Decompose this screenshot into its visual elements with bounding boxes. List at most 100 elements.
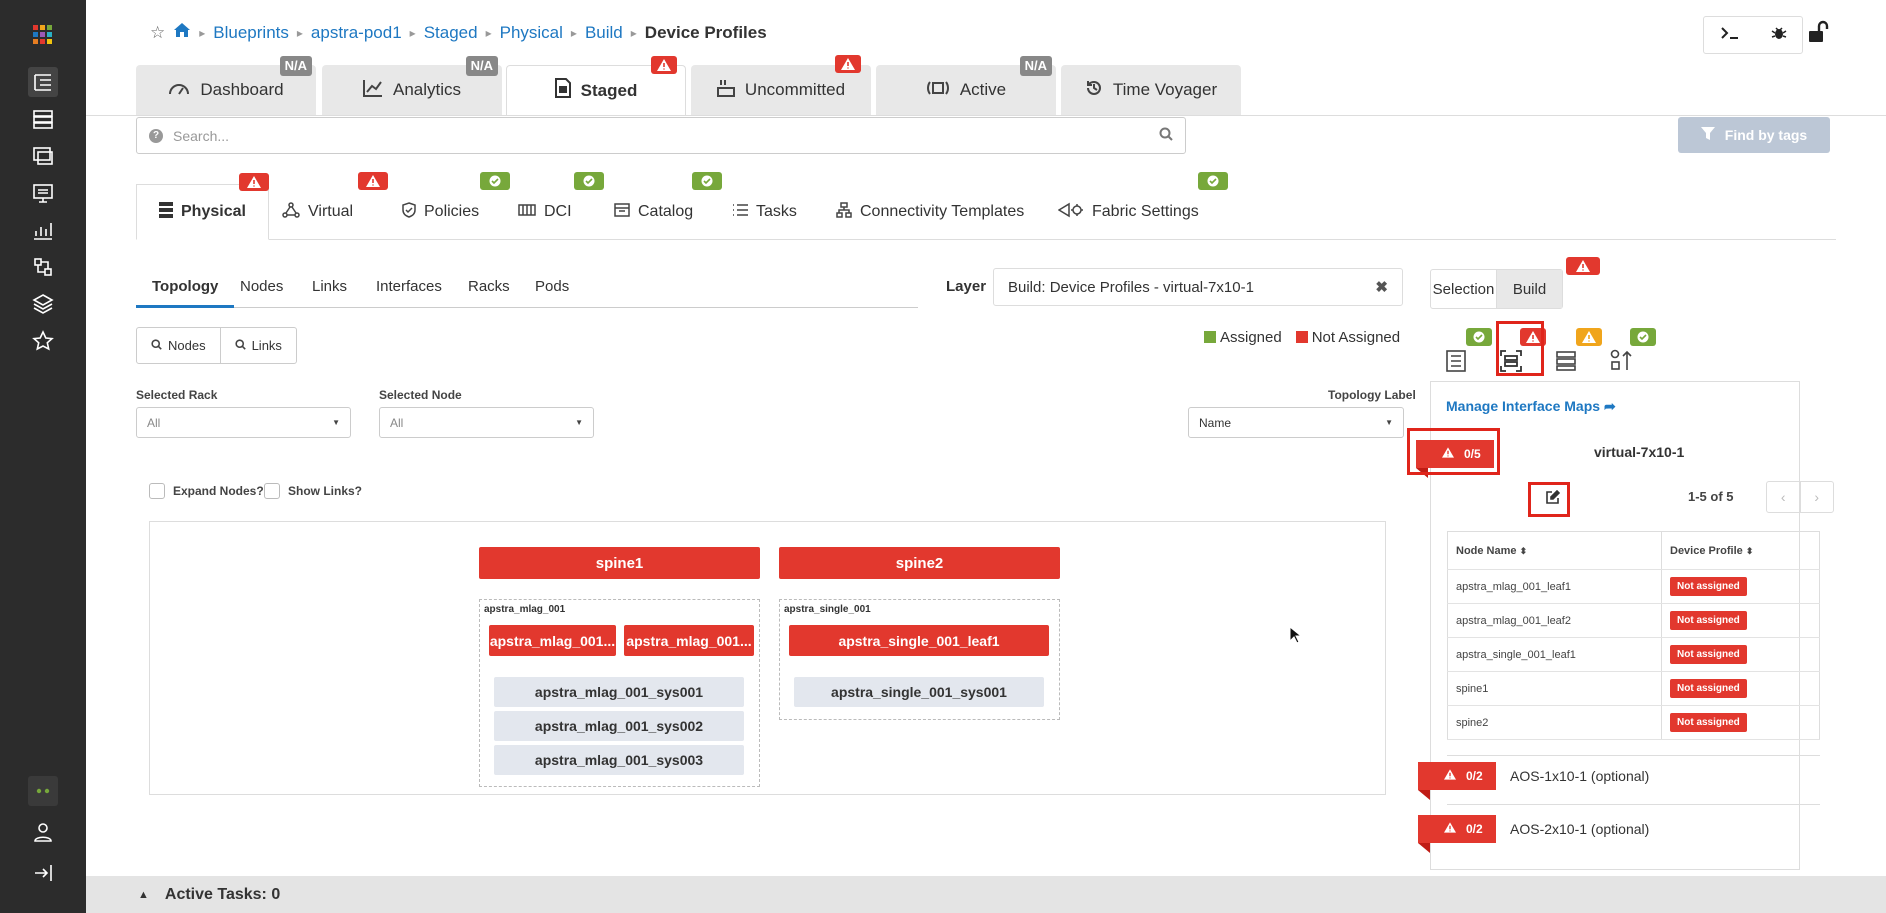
manage-interface-maps-link[interactable]: Manage Interface Maps ➦ (1446, 398, 1616, 415)
breadcrumb-physical[interactable]: Physical (500, 23, 563, 43)
subtab-nodes[interactable]: Nodes (240, 270, 283, 308)
search-nodes-button[interactable]: Nodes (137, 328, 220, 363)
user-icon[interactable] (28, 817, 58, 847)
expand-nodes-label: Expand Nodes? (173, 484, 264, 498)
not-assigned-button[interactable]: Not assigned (1670, 679, 1747, 698)
tab-dashboard[interactable]: Dashboard N/A (136, 56, 316, 115)
warning-icon (835, 55, 861, 73)
unlock-icon[interactable] (1806, 20, 1830, 49)
node-cell: apstra_mlag_001_leaf2 (1447, 603, 1662, 638)
search-icon[interactable] (1159, 127, 1173, 144)
analytics-icon[interactable] (28, 215, 58, 245)
clear-icon[interactable]: ✖ (1375, 278, 1388, 296)
search-input[interactable]: ? Search... (136, 117, 1186, 154)
terminal-icon[interactable] (1720, 26, 1740, 45)
tab-dci[interactable]: DCI (518, 172, 604, 240)
help-icon: ? (149, 128, 163, 143)
tab-build[interactable]: Build (1496, 270, 1562, 308)
tab-tasks[interactable]: Tasks (732, 184, 797, 240)
tab-time-voyager[interactable]: Time Voyager (1061, 65, 1241, 115)
group3-count: 0/2 (1466, 822, 1483, 836)
leaf-node[interactable]: apstra_mlag_001... (624, 625, 754, 656)
platform-icon[interactable] (28, 289, 58, 319)
tab-active[interactable]: Active N/A (876, 56, 1056, 115)
favorites-icon[interactable] (28, 326, 58, 356)
caret-down-icon: ▼ (575, 418, 583, 427)
design-icon[interactable] (28, 141, 58, 171)
tab-fabric-settings[interactable]: Fabric Settings (1057, 172, 1228, 240)
table-row: apstra_mlag_001_leaf2 Not assigned (1447, 603, 1820, 638)
warning-icon (1444, 822, 1456, 836)
subtab-interfaces[interactable]: Interfaces (376, 270, 442, 308)
breadcrumb: ☆ ▸ Blueprints ▸ apstra-pod1 ▸ Staged ▸ … (150, 22, 767, 43)
breadcrumb-blueprints[interactable]: Blueprints (213, 23, 289, 43)
resources-icon[interactable] (28, 178, 58, 208)
not-assigned-button[interactable]: Not assigned (1670, 611, 1747, 630)
divider (1447, 804, 1820, 805)
layer-select[interactable]: Build: Device Profiles - virtual-7x10-1 … (993, 268, 1403, 306)
tab-analytics[interactable]: Analytics N/A (322, 56, 502, 115)
shapes-sort-icon[interactable] (1610, 349, 1634, 376)
spine-node[interactable]: spine1 (479, 547, 760, 579)
group2-name[interactable]: AOS-1x10-1 (optional) (1510, 768, 1649, 784)
leaf-node[interactable]: apstra_mlag_001... (489, 625, 616, 656)
tab-staged[interactable]: Staged (506, 56, 686, 115)
selected-rack-dropdown[interactable]: All ▼ (136, 407, 351, 438)
leaf-node[interactable]: apstra_single_001_leaf1 (789, 625, 1049, 656)
subtab-pods[interactable]: Pods (535, 270, 569, 308)
topology-label-dropdown[interactable]: Name ▼ (1188, 407, 1404, 438)
resources-list-icon[interactable] (1446, 350, 1466, 377)
show-links-label: Show Links? (288, 484, 363, 498)
not-assigned-button[interactable]: Not assigned (1670, 645, 1747, 664)
col-node-name[interactable]: Node Name ⬍ (1447, 531, 1662, 570)
rack-label: apstra_mlag_001 (484, 604, 566, 615)
subtab-links[interactable]: Links (312, 270, 347, 308)
home-icon[interactable] (173, 22, 191, 43)
active-icon (926, 79, 950, 102)
tab-uncommitted[interactable]: Uncommitted (691, 55, 871, 115)
share-icon: ➦ (1603, 398, 1616, 414)
col-device-profile[interactable]: Device Profile ⬍ (1661, 531, 1820, 570)
external-systems-icon[interactable] (28, 252, 58, 282)
tab-physical[interactable]: Physical (136, 173, 269, 240)
not-assigned-button[interactable]: Not assigned (1670, 577, 1747, 596)
breadcrumb-blueprint[interactable]: apstra-pod1 (311, 23, 402, 43)
racks-stack-icon[interactable] (1556, 351, 1576, 376)
blueprints-icon[interactable] (28, 67, 58, 97)
bug-icon[interactable] (1771, 25, 1787, 46)
system-node[interactable]: apstra_single_001_sys001 (794, 677, 1044, 707)
app-grid-icon[interactable] (28, 20, 58, 50)
warning-icon (1576, 328, 1602, 346)
find-by-tags-button[interactable]: Find by tags (1678, 117, 1830, 153)
subtab-racks[interactable]: Racks (468, 270, 510, 308)
show-links-checkbox[interactable]: Show Links? (264, 483, 362, 499)
spine-node[interactable]: spine2 (779, 547, 1060, 579)
tab-policies[interactable]: Policies (402, 172, 510, 240)
tab-connectivity-templates[interactable]: Connectivity Templates (836, 184, 1024, 240)
prev-page-icon[interactable]: ‹ (1767, 482, 1800, 512)
devices-icon[interactable] (28, 104, 58, 134)
star-icon[interactable]: ☆ (150, 23, 165, 43)
tab-catalog[interactable]: Catalog (614, 172, 722, 240)
na-badge: N/A (1019, 56, 1052, 76)
settings-icon (1057, 202, 1084, 223)
legend-assigned: Assigned (1220, 329, 1282, 346)
subtab-topology[interactable]: Topology (136, 270, 235, 308)
system-node[interactable]: apstra_mlag_001_sys001 (494, 677, 744, 707)
node-cell: apstra_single_001_leaf1 (1447, 637, 1662, 672)
system-node[interactable]: apstra_mlag_001_sys002 (494, 711, 744, 741)
search-links-button[interactable]: Links (219, 328, 296, 363)
active-tasks-bar[interactable]: ▲ Active Tasks: 0 (86, 876, 1886, 913)
hierarchy-icon (836, 201, 852, 223)
system-node[interactable]: apstra_mlag_001_sys003 (494, 745, 744, 775)
breadcrumb-staged[interactable]: Staged (424, 23, 478, 43)
selected-node-dropdown[interactable]: All ▼ (379, 407, 594, 438)
tab-virtual[interactable]: Virtual (282, 172, 388, 240)
tab-selection[interactable]: Selection (1431, 270, 1496, 308)
collapse-icon[interactable] (28, 858, 58, 888)
next-page-icon[interactable]: › (1799, 482, 1834, 512)
not-assigned-button[interactable]: Not assigned (1670, 713, 1747, 732)
group3-name[interactable]: AOS-2x10-1 (optional) (1510, 821, 1649, 837)
breadcrumb-build[interactable]: Build (585, 23, 623, 43)
expand-nodes-checkbox[interactable]: Expand Nodes? (149, 483, 264, 499)
